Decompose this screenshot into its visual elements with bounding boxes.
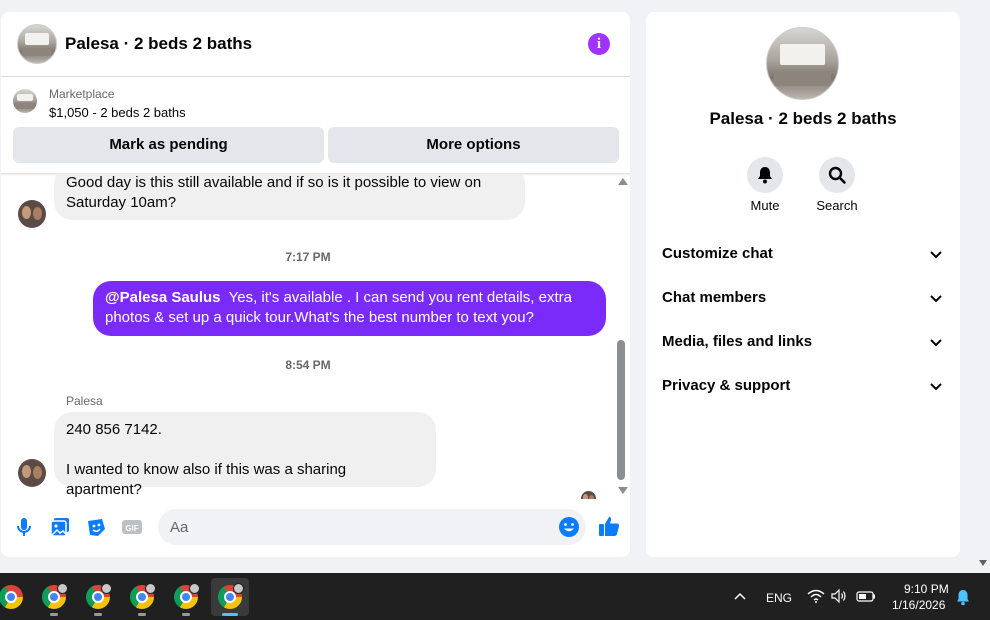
running-indicator: [50, 613, 58, 616]
chat-header: Palesa · 2 beds 2 baths i: [1, 12, 630, 77]
taskbar-app-chrome-profile[interactable]: [167, 578, 205, 616]
read-receipt-avatar: [581, 491, 596, 499]
chevron-down-icon: [930, 295, 942, 303]
taskbar-app-chrome-profile[interactable]: [79, 578, 117, 616]
profile-badge-icon: [57, 583, 68, 594]
sender-avatar[interactable]: [18, 200, 46, 228]
running-indicator: [182, 613, 190, 616]
volume-icon[interactable]: [831, 589, 847, 603]
profile-name: Palesa · 2 beds 2 baths: [709, 109, 897, 128]
message-input-box[interactable]: [158, 509, 586, 545]
chevron-down-icon: [930, 339, 942, 347]
taskbar: ENG 9:10 PM 1/16/2026: [0, 573, 990, 620]
outgoing-message: @Palesa Saulus Yes, it's available . I c…: [93, 281, 606, 336]
mute-button[interactable]: Mute: [735, 157, 795, 213]
taskbar-app-chrome-profile[interactable]: [123, 578, 161, 616]
search-label: Search: [816, 198, 858, 213]
chrome-icon: [0, 585, 23, 609]
profile-badge-icon: [101, 583, 112, 594]
mute-label: Mute: [750, 198, 780, 213]
svg-text:GIF: GIF: [125, 524, 138, 533]
scroll-thumb[interactable]: [617, 340, 625, 480]
search-button[interactable]: Search: [807, 157, 867, 213]
section-chat-members[interactable]: Chat members: [646, 276, 960, 320]
composer: GIF: [1, 505, 630, 549]
emoji-icon[interactable]: [558, 516, 580, 538]
scroll-down-arrow-icon[interactable]: [979, 560, 987, 566]
marketplace-label: Marketplace: [49, 87, 115, 101]
more-options-button[interactable]: More options: [328, 127, 619, 163]
marketplace-listing: Marketplace $1,050 - 2 beds 2 baths Mark…: [1, 78, 630, 173]
sticker-icon[interactable]: [84, 515, 108, 539]
message-text: Saturday 10am?: [66, 194, 177, 211]
active-indicator: [222, 613, 238, 616]
scroll-down-arrow-icon[interactable]: [618, 487, 628, 494]
info-icon[interactable]: i: [588, 33, 610, 55]
mention[interactable]: @Palesa Saulus: [105, 289, 221, 306]
chevron-down-icon: [930, 383, 942, 391]
gif-icon[interactable]: GIF: [120, 515, 144, 539]
chevron-down-icon: [930, 251, 942, 259]
profile-badge-icon: [145, 583, 156, 594]
message-text: Good day is this still available and if …: [66, 174, 482, 191]
search-circle[interactable]: [819, 157, 855, 193]
timestamp: 7:17 PM: [285, 250, 331, 264]
section-customize-chat[interactable]: Customize chat: [646, 232, 960, 276]
sender-avatar[interactable]: [18, 459, 46, 487]
taskbar-app-chrome-profile[interactable]: [35, 578, 73, 616]
thumbs-up-icon[interactable]: [597, 514, 621, 538]
section-label: Privacy & support: [662, 377, 791, 394]
profile-badge-icon: [233, 583, 244, 594]
profile-avatar[interactable]: [766, 27, 839, 100]
conversation-details-panel: Palesa · 2 beds 2 baths Mute Search Cust…: [646, 12, 960, 557]
message-input[interactable]: [170, 509, 550, 545]
taskbar-app-chrome-active[interactable]: [211, 578, 249, 616]
incoming-message: 240 856 7142. I wanted to know also if t…: [54, 412, 436, 498]
search-icon: [828, 166, 846, 184]
running-indicator: [94, 613, 102, 616]
battery-icon[interactable]: [856, 591, 876, 602]
chevron-up-icon[interactable]: [733, 591, 747, 601]
clock-date[interactable]: 1/16/2026: [892, 598, 945, 612]
chat-avatar[interactable]: [17, 24, 57, 64]
section-label: Chat members: [662, 289, 767, 306]
listing-summary[interactable]: $1,050 - 2 beds 2 baths: [49, 105, 186, 120]
section-privacy-support[interactable]: Privacy & support: [646, 364, 960, 408]
page-scrollbar[interactable]: [976, 0, 990, 573]
notification-bell-icon[interactable]: [955, 588, 971, 606]
profile-badge-icon: [189, 583, 200, 594]
input-language[interactable]: ENG: [766, 591, 792, 605]
chat-window: Palesa · 2 beds 2 baths i Marketplace $1…: [1, 12, 630, 557]
incoming-message: Good day is this still available and if …: [54, 174, 525, 220]
sender-name: Palesa: [66, 394, 103, 408]
message-list[interactable]: Good day is this still available and if …: [1, 174, 615, 499]
bell-icon: [758, 167, 772, 184]
mute-circle[interactable]: [747, 157, 783, 193]
photo-icon[interactable]: [48, 515, 72, 539]
clock-time[interactable]: 9:10 PM: [904, 582, 949, 596]
scroll-up-arrow-icon[interactable]: [618, 178, 628, 185]
timestamp: 8:54 PM: [285, 358, 331, 372]
wifi-icon[interactable]: [807, 589, 825, 603]
chat-title[interactable]: Palesa · 2 beds 2 baths: [65, 34, 252, 54]
message-text: I wanted to know also if this was a shar…: [66, 461, 347, 498]
taskbar-app-chrome[interactable]: [0, 578, 30, 616]
running-indicator: [138, 613, 146, 616]
section-media-files-links[interactable]: Media, files and links: [646, 320, 960, 364]
mark-as-pending-button[interactable]: Mark as pending: [13, 127, 324, 163]
section-label: Customize chat: [662, 245, 773, 262]
message-text: 240 856 7142.: [66, 421, 162, 438]
message-scrollbar[interactable]: [615, 174, 630, 504]
section-label: Media, files and links: [662, 333, 813, 350]
listing-thumbnail[interactable]: [13, 89, 37, 113]
microphone-icon[interactable]: [12, 515, 36, 539]
